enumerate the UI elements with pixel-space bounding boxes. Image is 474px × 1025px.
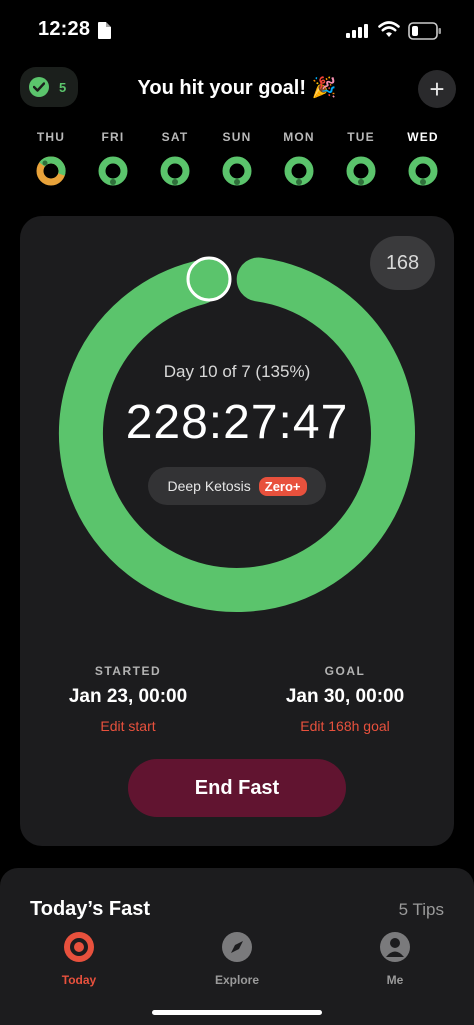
day-label: FRI (101, 130, 125, 144)
day-progress-ring (284, 156, 314, 186)
today-icon (64, 932, 94, 962)
day-label: TUE (347, 130, 375, 144)
day-progress-ring (222, 156, 252, 186)
day-fri[interactable]: FRI (83, 130, 143, 191)
day-progress-ring (346, 156, 376, 186)
tips-link[interactable]: 5 Tips (399, 900, 444, 920)
document-icon (98, 22, 111, 39)
goal-caption: GOAL (324, 664, 366, 678)
add-button[interactable]: + (418, 70, 456, 108)
progress-handle[interactable] (186, 256, 232, 302)
day-label: SAT (161, 130, 189, 144)
section-title: Today’s Fast (30, 898, 151, 920)
wifi-icon (378, 21, 400, 37)
nav-me[interactable]: Me (350, 932, 440, 987)
day-sat[interactable]: SAT (145, 130, 205, 191)
day-progress-ring (408, 156, 438, 186)
day-label: SUN (222, 130, 252, 144)
day-progress-ring (160, 156, 190, 186)
status-time: 12:28 (38, 18, 91, 40)
edit-goal-link[interactable]: Edit 168h goal (245, 718, 445, 734)
goal-value: Jan 30, 00:00 (285, 686, 405, 707)
home-indicator (152, 1010, 322, 1015)
elapsed-time: 228:27:47 (125, 396, 349, 449)
started-caption: STARTED (94, 664, 162, 678)
compass-icon (222, 932, 252, 962)
nav-explore[interactable]: Explore (192, 932, 282, 987)
day-thu[interactable]: THU (21, 130, 81, 191)
day-progress-ring (98, 156, 128, 186)
nav-explore-label: Explore (214, 973, 259, 987)
started-value: Jan 23, 00:00 (68, 686, 188, 707)
profile-icon (380, 932, 410, 962)
stage-label: Deep Ketosis (167, 478, 251, 494)
day-wed[interactable]: WED (393, 130, 453, 191)
fasting-stage-pill[interactable]: Deep Ketosis Zero+ (148, 467, 326, 505)
nav-today-label: Today (61, 973, 97, 987)
cellular-signal-icon (346, 24, 368, 38)
day-tue[interactable]: TUE (331, 130, 391, 191)
page-title: You hit your goal! 🎉 (137, 77, 337, 99)
day-sun[interactable]: SUN (207, 130, 267, 191)
day-label: WED (407, 130, 439, 144)
progress-label: Day 10 of 7 (135%) (163, 362, 311, 381)
started-block: STARTED Jan 23, 00:00 Edit start (28, 664, 228, 734)
nav-today[interactable]: Today (34, 932, 124, 987)
stage-tag: Zero+ (258, 476, 307, 496)
goal-block: GOAL Jan 30, 00:00 Edit 168h goal (245, 664, 445, 734)
day-label: THU (36, 130, 66, 144)
day-mon[interactable]: MON (269, 130, 329, 191)
nav-me-label: Me (386, 973, 404, 987)
day-progress-ring (36, 156, 66, 186)
edit-start-link[interactable]: Edit start (28, 718, 228, 734)
day-label: MON (283, 130, 315, 144)
end-fast-button[interactable]: End Fast (128, 759, 346, 817)
battery-icon (408, 22, 441, 40)
